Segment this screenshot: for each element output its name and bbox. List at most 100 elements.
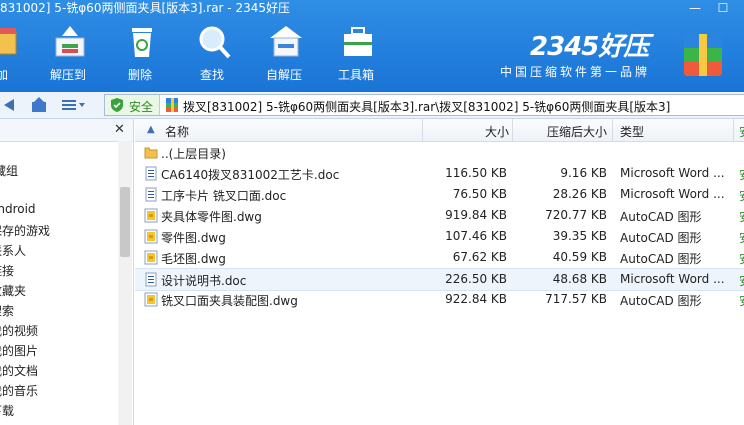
sidebar-item[interactable]: 下载	[0, 402, 14, 419]
search-label: 查找	[199, 68, 224, 82]
self-extract-button[interactable]: 自解压	[256, 24, 312, 84]
file-name: 零件图.dwg	[161, 231, 226, 245]
address-field[interactable]: 安全 拨叉[831002] 5-铣φ60两侧面夹具[版本3].rar\拨叉[83…	[104, 94, 744, 116]
sidebar-item[interactable]: 联系人	[0, 242, 26, 259]
self-extract-label: 自解压	[265, 68, 302, 82]
toolbox-button[interactable]: 工具箱	[328, 24, 384, 84]
file-size: 67.62 KB	[452, 250, 507, 264]
window-controls: — ☐	[674, 0, 744, 18]
sidebar-item[interactable]: 我的音乐	[0, 382, 38, 399]
folder-tree-panel: ✕ 藏组 android 保存的游戏联系人链接收藏夹搜索我的视频我的图片我的文档我的…	[0, 119, 134, 425]
folder-tree-scrollbar[interactable]	[118, 141, 132, 425]
scrollbar-thumb[interactable]	[120, 187, 130, 257]
file-name: CA6140拨叉831002工艺卡.doc	[161, 168, 340, 182]
column-header: ▲ 名称 大小 压缩后大小 类型 安	[135, 119, 744, 142]
file-packed-size: 717.57 KB	[545, 292, 607, 306]
security-badge: 安全	[105, 95, 160, 115]
sidebar-item[interactable]: android	[0, 202, 36, 216]
search-button[interactable]: 查找	[184, 24, 240, 84]
column-packed-size[interactable]: 压缩后大小	[547, 123, 607, 140]
sidebar-item[interactable]: 我的视频	[0, 322, 38, 339]
file-packed-size: 720.77 KB	[545, 208, 607, 222]
file-size: 919.84 KB	[445, 208, 507, 222]
archive-icon	[166, 98, 178, 112]
column-divider[interactable]	[612, 119, 613, 141]
dwg-icon	[144, 250, 158, 265]
top-banner: 831002] 5-铣φ60两侧面夹具[版本3].rar - 2345好压 — …	[0, 0, 744, 92]
doc-icon	[145, 272, 157, 287]
address-bar: 安全 拨叉[831002] 5-铣φ60两侧面夹具[版本3].rar\拨叉[83…	[0, 92, 744, 119]
sidebar-item[interactable]: 搜索	[0, 302, 14, 319]
minimize-icon[interactable]: —	[686, 2, 704, 16]
file-row[interactable]: 铣叉口面夹具装配图.dwg 922.84 KB 717.57 KB AutoCAD 图…	[135, 289, 744, 310]
self-extract-icon	[270, 26, 302, 57]
file-security: 安	[739, 250, 744, 267]
brand-name: 2345好压	[530, 32, 649, 62]
brand-slogan: 中国压缩软件第一品牌	[500, 65, 651, 79]
sidebar-item[interactable]: 保存的游戏	[0, 222, 50, 239]
file-name: 工序卡片 铣叉口面.doc	[161, 189, 287, 203]
dwg-icon	[144, 229, 158, 244]
file-type: AutoCAD 图形	[620, 252, 702, 266]
file-name: 设计说明书.doc	[161, 274, 247, 288]
window-title: 831002] 5-铣φ60两侧面夹具[版本3].rar - 2345好压	[0, 1, 290, 15]
extract-to-label: 解压到	[49, 68, 86, 82]
file-size: 226.50 KB	[445, 272, 507, 286]
toolbox-icon	[344, 27, 372, 56]
file-type: Microsoft Word ...	[620, 166, 725, 180]
dwg-icon	[144, 292, 158, 307]
extract-to-icon	[55, 26, 85, 57]
file-name: 夹具体零件图.dwg	[161, 210, 262, 224]
search-icon	[199, 26, 231, 59]
file-row[interactable]: 零件图.dwg 107.46 KB 39.35 KB AutoCAD 图形 安	[135, 226, 744, 247]
archive-logo-icon	[684, 34, 722, 76]
file-packed-size: 39.35 KB	[552, 229, 607, 243]
up-folder-icon[interactable]	[30, 96, 48, 114]
sidebar-item[interactable]: 我的文档	[0, 362, 38, 379]
file-row[interactable]: CA6140拨叉831002工艺卡.doc 116.50 KB 9.16 KB Mic…	[135, 163, 744, 184]
file-type: AutoCAD 图形	[620, 231, 702, 245]
maximize-icon[interactable]: ☐	[714, 2, 732, 16]
security-label: 安全	[129, 100, 154, 114]
sidebar-item[interactable]: 我的图片	[0, 342, 38, 359]
column-divider[interactable]	[512, 119, 513, 141]
column-name[interactable]: 名称	[165, 123, 189, 140]
extract-to-button[interactable]: 解压到	[40, 24, 96, 84]
add-button[interactable]: 加	[0, 24, 30, 84]
column-divider[interactable]	[422, 119, 423, 141]
file-packed-size: 40.59 KB	[552, 250, 607, 264]
file-security: 安	[739, 208, 744, 225]
file-security: 安	[739, 292, 744, 309]
file-row[interactable]: 工序卡片 铣叉口面.doc 76.50 KB 28.26 KB Microsoft W…	[135, 184, 744, 205]
view-list-icon[interactable]	[60, 96, 86, 114]
column-divider[interactable]	[733, 119, 734, 141]
file-packed-size: 28.26 KB	[552, 187, 607, 201]
file-type: AutoCAD 图形	[620, 210, 702, 224]
add-label: 加	[0, 68, 8, 82]
file-type: AutoCAD 图形	[620, 294, 702, 308]
add-icon	[0, 28, 17, 55]
column-security[interactable]: 安	[739, 123, 744, 140]
file-row[interactable]: 夹具体零件图.dwg 919.84 KB 720.77 KB AutoCAD 图形 安	[135, 205, 744, 226]
close-icon[interactable]: ✕	[114, 122, 125, 137]
file-security: 安	[739, 272, 744, 289]
sidebar-item[interactable]: 收藏夹	[0, 282, 26, 299]
sidebar-item[interactable]: 藏组	[0, 162, 18, 179]
file-name: 毛坯图.dwg	[161, 252, 226, 266]
column-type[interactable]: 类型	[620, 123, 644, 140]
toolbox-label: 工具箱	[337, 68, 374, 82]
file-packed-size: 9.16 KB	[560, 166, 607, 180]
file-size: 107.46 KB	[445, 229, 507, 243]
file-size: 76.50 KB	[452, 187, 507, 201]
file-row[interactable]: ..(上层目录)	[135, 142, 744, 163]
delete-button[interactable]: 删除	[112, 24, 168, 84]
file-row[interactable]: 设计说明书.doc 226.50 KB 48.68 KB Microsoft Word…	[135, 268, 744, 291]
sidebar-item[interactable]: 链接	[0, 262, 14, 279]
column-size[interactable]: 大小	[485, 123, 509, 140]
trash-icon	[132, 28, 152, 57]
back-icon[interactable]	[2, 96, 16, 114]
archive-path: 拨叉[831002] 5-铣φ60两侧面夹具[版本3].rar\拨叉[83100…	[183, 100, 671, 114]
sort-up-icon[interactable]: ▲	[147, 124, 155, 135]
file-row[interactable]: 毛坯图.dwg 67.62 KB 40.59 KB AutoCAD 图形 安	[135, 247, 744, 268]
file-packed-size: 48.68 KB	[552, 272, 607, 286]
